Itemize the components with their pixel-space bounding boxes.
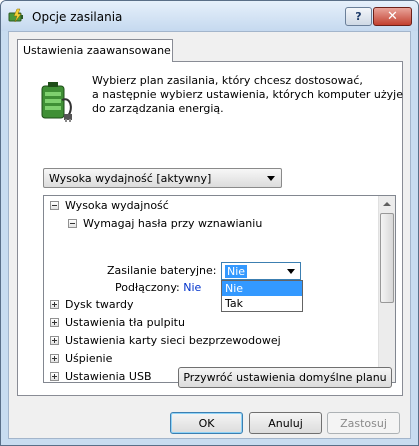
tree-item-hard-disk[interactable]: Dysk twardy: [50, 297, 133, 315]
intro-line-3: do zarządzania energią.: [92, 102, 224, 115]
collapse-icon[interactable]: [68, 218, 77, 228]
intro-text: Wybierz plan zasilania, który chcesz dos…: [92, 74, 403, 116]
cancel-button[interactable]: Anuluj: [249, 412, 322, 434]
intro-line-1: Wybierz plan zasilania, który chcesz dos…: [92, 74, 363, 87]
battery-plug-icon: [41, 82, 72, 122]
restore-defaults-button[interactable]: Przywróć ustawienia domyślne planu: [178, 367, 392, 388]
dropdown-option-nie[interactable]: Nie: [222, 281, 302, 296]
battery-dropdown-list: Nie Tak: [221, 280, 303, 312]
battery-setting-label: Zasilanie bateryjne:: [107, 263, 217, 281]
window-title: Opcje zasilania: [32, 10, 123, 24]
expand-icon[interactable]: [50, 299, 59, 309]
collapse-icon[interactable]: [50, 200, 59, 210]
power-plan-select[interactable]: Wysoka wydajność [aktywny]: [43, 168, 282, 188]
close-button[interactable]: ✕: [373, 7, 412, 26]
tree-item-label: Ustawienia tła pulpitu: [65, 316, 185, 329]
tree-scrollbar[interactable]: [378, 196, 395, 382]
plugged-value-link[interactable]: Nie: [183, 281, 201, 294]
tree-item-label: Wysoka wydajność: [65, 199, 169, 212]
chevron-down-icon: [287, 269, 295, 274]
chevron-down-icon: [267, 176, 275, 181]
advanced-settings-panel: Wybierz plan zasilania, który chcesz dos…: [17, 61, 403, 396]
scroll-up-icon[interactable]: [379, 196, 395, 213]
tree-item-label: Wymagaj hasła przy wznawianiu: [83, 217, 263, 230]
help-button[interactable]: ?: [345, 7, 372, 26]
expand-icon[interactable]: [50, 317, 59, 327]
close-icon: ✕: [387, 9, 398, 24]
power-options-icon: [8, 8, 23, 23]
expand-icon[interactable]: [50, 353, 59, 363]
tree-item-label: Uśpienie: [65, 352, 113, 365]
scrollbar-thumb[interactable]: [380, 213, 394, 303]
tab-label: Ustawienia zaawansowane: [23, 44, 171, 57]
title-bar[interactable]: Opcje zasilania ? ✕: [1, 1, 418, 31]
help-icon: ?: [355, 10, 362, 23]
plugged-label: Podłączony:: [115, 281, 180, 294]
tree-item-usb[interactable]: Ustawienia USB: [50, 369, 152, 383]
expand-icon[interactable]: [50, 371, 59, 381]
dialog-client: Ustawienia zaawansowane Wybierz plan zas…: [8, 31, 411, 439]
tab-advanced-settings[interactable]: Ustawienia zaawansowane: [17, 39, 173, 62]
expand-icon[interactable]: [50, 335, 59, 345]
tree-item-sleep[interactable]: Uśpienie: [50, 351, 112, 369]
dropdown-option-tak[interactable]: Tak: [222, 296, 302, 311]
tree-item-plan[interactable]: Wysoka wydajność: [50, 198, 169, 216]
tree-item-label: Ustawienia USB: [65, 370, 152, 383]
battery-value: Nie: [225, 265, 248, 278]
settings-tree[interactable]: Wysoka wydajność Wymagaj hasła przy wzna…: [43, 195, 396, 383]
tree-item-label: Dysk twardy: [65, 298, 134, 311]
tree-item-desktop-background[interactable]: Ustawienia tła pulpitu: [50, 315, 185, 333]
tree-item-label: Ustawienia karty sieci bezprzewodowej: [65, 334, 281, 347]
plugged-setting-row: Podłączony: Nie: [115, 280, 201, 298]
ok-button[interactable]: OK: [170, 412, 243, 434]
battery-value-select[interactable]: Nie: [221, 262, 301, 280]
battery-label: Zasilanie bateryjne:: [107, 264, 217, 277]
power-plan-value: Wysoka wydajność [aktywny]: [49, 172, 212, 185]
apply-button[interactable]: Zastosuj: [327, 412, 400, 434]
power-options-window: Opcje zasilania ? ✕ Ustawienia zaawansow…: [0, 0, 419, 446]
tree-item-password[interactable]: Wymagaj hasła przy wznawianiu: [68, 216, 262, 234]
tree-item-wireless[interactable]: Ustawienia karty sieci bezprzewodowej: [50, 333, 281, 351]
intro-line-2: a następnie wybierz ustawienia, których …: [92, 88, 403, 101]
